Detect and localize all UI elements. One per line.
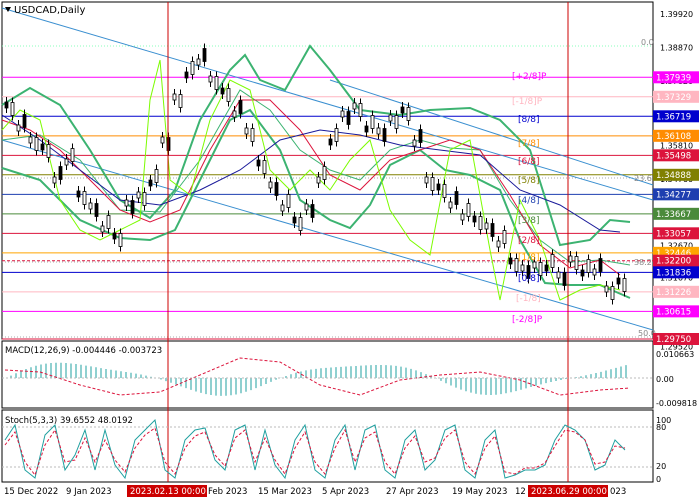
svg-text:15 Mar 2023: 15 Mar 2023 — [258, 487, 312, 497]
murrey-label: [+2/8]P — [512, 72, 547, 82]
svg-text:1.31226: 1.31226 — [656, 288, 691, 298]
svg-text:Feb 2023: Feb 2023 — [208, 487, 247, 497]
price-tag: 1.31226 — [653, 285, 699, 298]
murrey-label: [-1/8]P — [512, 97, 543, 107]
price-tag: 1.31836 — [653, 266, 699, 279]
svg-text:1.34277: 1.34277 — [656, 190, 691, 200]
svg-text:USDCAD,Daily: USDCAD,Daily — [14, 5, 85, 16]
svg-text:23.6: 23.6 — [634, 174, 652, 183]
murrey-label: [-2/8]P — [512, 315, 543, 325]
svg-text:1.30615: 1.30615 — [656, 307, 691, 317]
svg-text:1.29750: 1.29750 — [656, 335, 691, 345]
svg-text:2023.06.29 00:00: 2023.06.29 00:00 — [531, 487, 607, 497]
svg-text:1.33057: 1.33057 — [656, 229, 691, 239]
murrey-label: [1/8] — [518, 253, 540, 263]
svg-text:80: 80 — [656, 423, 666, 432]
price-tag: 1.36719 — [653, 110, 699, 123]
price-scale-label: 1.39920 — [660, 10, 693, 19]
time-axis: 15 Dec 2022 9 Jan 2023 2023.02.13 00:00 … — [4, 485, 626, 497]
murrey-label: [8/8] — [518, 115, 540, 125]
svg-text:1.32200: 1.32200 — [656, 257, 691, 267]
price-tag: 1.35498 — [653, 149, 699, 162]
svg-text:1.36719: 1.36719 — [656, 112, 691, 122]
murrey-label: [-1/8] — [516, 294, 541, 304]
svg-text:1.34888: 1.34888 — [656, 171, 691, 181]
price-tags: 1.37939 1.37329 1.36719 1.36108 1.35498 1.348… — [653, 71, 699, 345]
svg-text:38.2: 38.2 — [634, 258, 652, 267]
price-tag: 1.32200 — [653, 254, 699, 267]
svg-text:Stoch(5,3,3) 39.6552 48.0192: Stoch(5,3,3) 39.6552 48.0192 — [5, 416, 133, 426]
svg-text:9 Jan 2023: 9 Jan 2023 — [66, 487, 112, 497]
svg-text:2023.02.13 00:00: 2023.02.13 00:00 — [130, 487, 206, 497]
svg-text:1.36108: 1.36108 — [656, 132, 691, 142]
price-scale-label: 1.35810 — [660, 141, 693, 150]
svg-text:1.35498: 1.35498 — [656, 151, 691, 161]
price-tag: 1.37329 — [653, 90, 699, 103]
svg-text:12: 12 — [515, 487, 526, 497]
price-tag: 1.34277 — [653, 188, 699, 201]
svg-text:0.0: 0.0 — [641, 38, 654, 47]
svg-text:023: 023 — [610, 487, 626, 497]
svg-text:1.33667: 1.33667 — [656, 210, 691, 220]
svg-text:-0.009818: -0.009818 — [656, 399, 697, 408]
svg-text:0.010663: 0.010663 — [656, 350, 694, 359]
price-tag: 1.34888 — [653, 168, 699, 181]
price-tag: 1.36108 — [653, 129, 699, 142]
price-scale-label: 1.38870 — [660, 44, 693, 53]
price-tag: 1.33667 — [653, 207, 699, 220]
svg-text:1.37939: 1.37939 — [656, 73, 691, 83]
svg-text:1.37329: 1.37329 — [656, 93, 691, 103]
murrey-label: [4/8] — [518, 196, 540, 206]
murrey-label: [6/8] — [518, 157, 540, 167]
price-tag: 1.29750 — [653, 333, 699, 345]
svg-text:5 Apr 2023: 5 Apr 2023 — [322, 487, 369, 497]
murrey-label: [5/8] — [518, 176, 540, 186]
svg-text:MACD(12,26,9) -0.004446 -0.003: MACD(12,26,9) -0.004446 -0.003723 — [5, 346, 162, 356]
svg-text:27 Apr 2023: 27 Apr 2023 — [386, 487, 439, 497]
price-tag: 1.30615 — [653, 305, 699, 318]
svg-text:1.31836: 1.31836 — [656, 268, 691, 278]
svg-text:15 Dec 2022: 15 Dec 2022 — [4, 487, 58, 497]
chart-title: USDCAD,Daily — [5, 5, 85, 16]
murrey-label: [7/8] — [518, 139, 540, 149]
murrey-label: [3/8] — [518, 216, 540, 226]
svg-text:0.00: 0.00 — [656, 375, 674, 384]
murrey-label: [0/8] — [518, 274, 540, 284]
trading-chart[interactable]: USDCAD,Daily [+2/8]P [-1/8]P [8/8] [7/8]… — [0, 0, 700, 500]
price-tag: 1.33057 — [653, 227, 699, 240]
svg-text:20: 20 — [656, 462, 666, 471]
price-tag: 1.37939 — [653, 71, 699, 84]
svg-text:19 May 2023: 19 May 2023 — [452, 487, 507, 497]
murrey-label: [2/8] — [518, 236, 540, 246]
svg-text:0: 0 — [656, 475, 661, 484]
